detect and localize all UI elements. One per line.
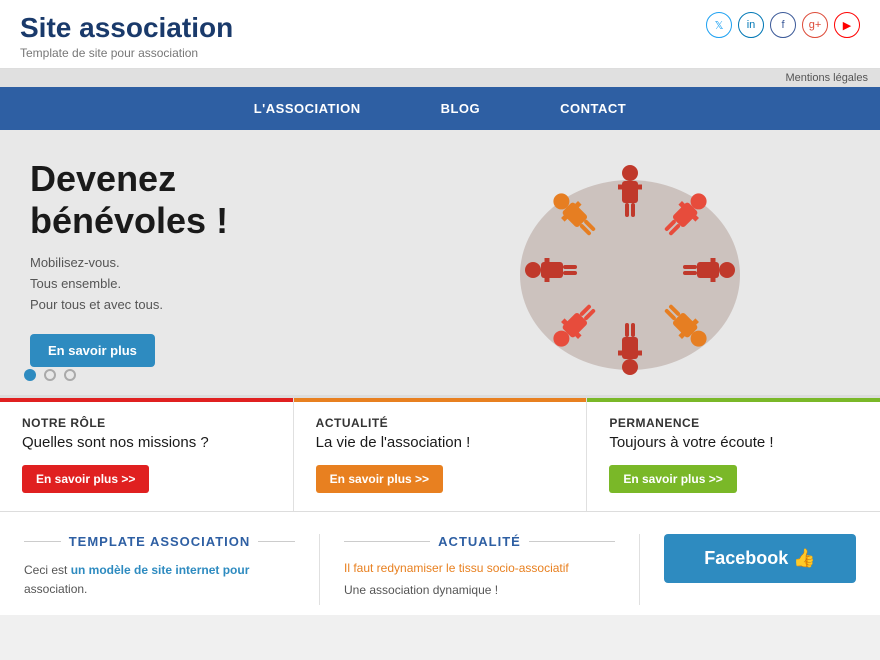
card-btn-1[interactable]: En savoir plus >> bbox=[22, 465, 149, 493]
hero-subtitle: Mobilisez-vous. Tous ensemble. Pour tous… bbox=[30, 253, 250, 315]
site-subtitle: Template de site pour association bbox=[20, 46, 233, 60]
hero-section: Devenez bénévoles ! Mobilisez-vous. Tous… bbox=[0, 130, 880, 395]
nav-association[interactable]: L'ASSOCIATION bbox=[214, 87, 401, 130]
card-desc-2: La vie de l'association ! bbox=[316, 434, 565, 451]
youtube-icon[interactable]: ▶ bbox=[834, 12, 860, 38]
card-notre-role: NOTRE RÔLE Quelles sont nos missions ? E… bbox=[0, 398, 294, 511]
bottom-section-title-1: TEMPLATE ASSOCIATION bbox=[24, 534, 295, 549]
bottom-col-facebook: Facebook 👍 bbox=[640, 534, 880, 605]
main-nav: L'ASSOCIATION BLOG CONTACT bbox=[0, 87, 880, 130]
card-desc-1: Quelles sont nos missions ? bbox=[22, 434, 271, 451]
card-permanence: PERMANENCE Toujours à votre écoute ! En … bbox=[587, 398, 880, 511]
actualite-link-2[interactable]: Une association dynamique ! bbox=[344, 583, 615, 597]
bottom-section: TEMPLATE ASSOCIATION Ceci est un modèle … bbox=[0, 511, 880, 615]
card-btn-3[interactable]: En savoir plus >> bbox=[609, 465, 736, 493]
card-title-3: PERMANENCE bbox=[609, 416, 858, 430]
card-title-1: NOTRE RÔLE bbox=[22, 416, 271, 430]
card-actualite: ACTUALITÉ La vie de l'association ! En s… bbox=[294, 398, 588, 511]
site-title: Site association bbox=[20, 12, 233, 44]
bottom-col-actualite: ACTUALITÉ Il faut redynamiser le tissu s… bbox=[320, 534, 640, 605]
actualite-link-1[interactable]: Il faut redynamiser le tissu socio-assoc… bbox=[344, 561, 615, 575]
card-desc-3: Toujours à votre écoute ! bbox=[609, 434, 858, 451]
nav-contact[interactable]: CONTACT bbox=[520, 87, 666, 130]
card-title-2: ACTUALITÉ bbox=[316, 416, 565, 430]
hero-cta-button[interactable]: En savoir plus bbox=[30, 334, 155, 367]
social-icons: 𝕏 in f g+ ▶ bbox=[706, 12, 860, 38]
cards-section: NOTRE RÔLE Quelles sont nos missions ? E… bbox=[0, 395, 880, 511]
gplus-icon[interactable]: g+ bbox=[802, 12, 828, 38]
nav-blog[interactable]: BLOG bbox=[401, 87, 521, 130]
card-border-green bbox=[587, 398, 880, 402]
card-btn-2[interactable]: En savoir plus >> bbox=[316, 465, 443, 493]
twitter-icon[interactable]: 𝕏 bbox=[706, 12, 732, 38]
mentions-label[interactable]: Mentions légales bbox=[785, 72, 868, 84]
linkedin-icon[interactable]: in bbox=[738, 12, 764, 38]
bottom-col-template: TEMPLATE ASSOCIATION Ceci est un modèle … bbox=[0, 534, 320, 605]
facebook-icon[interactable]: f bbox=[770, 12, 796, 38]
header: Site association Template de site pour a… bbox=[0, 0, 880, 69]
bottom-text-1: Ceci est un modèle de site internet pour… bbox=[24, 561, 295, 599]
card-border-orange bbox=[294, 398, 587, 402]
hero-title: Devenez bénévoles ! bbox=[30, 158, 250, 241]
card-border-red bbox=[0, 398, 293, 402]
mentions-bar: Mentions légales bbox=[0, 69, 880, 87]
brand: Site association Template de site pour a… bbox=[20, 12, 233, 60]
bottom-link-1[interactable]: un modèle de site internet pour bbox=[71, 563, 250, 577]
hero-text: Devenez bénévoles ! Mobilisez-vous. Tous… bbox=[0, 130, 280, 395]
hero-image bbox=[460, 140, 800, 395]
bottom-section-title-2: ACTUALITÉ bbox=[344, 534, 615, 549]
facebook-button[interactable]: Facebook 👍 bbox=[664, 534, 856, 583]
